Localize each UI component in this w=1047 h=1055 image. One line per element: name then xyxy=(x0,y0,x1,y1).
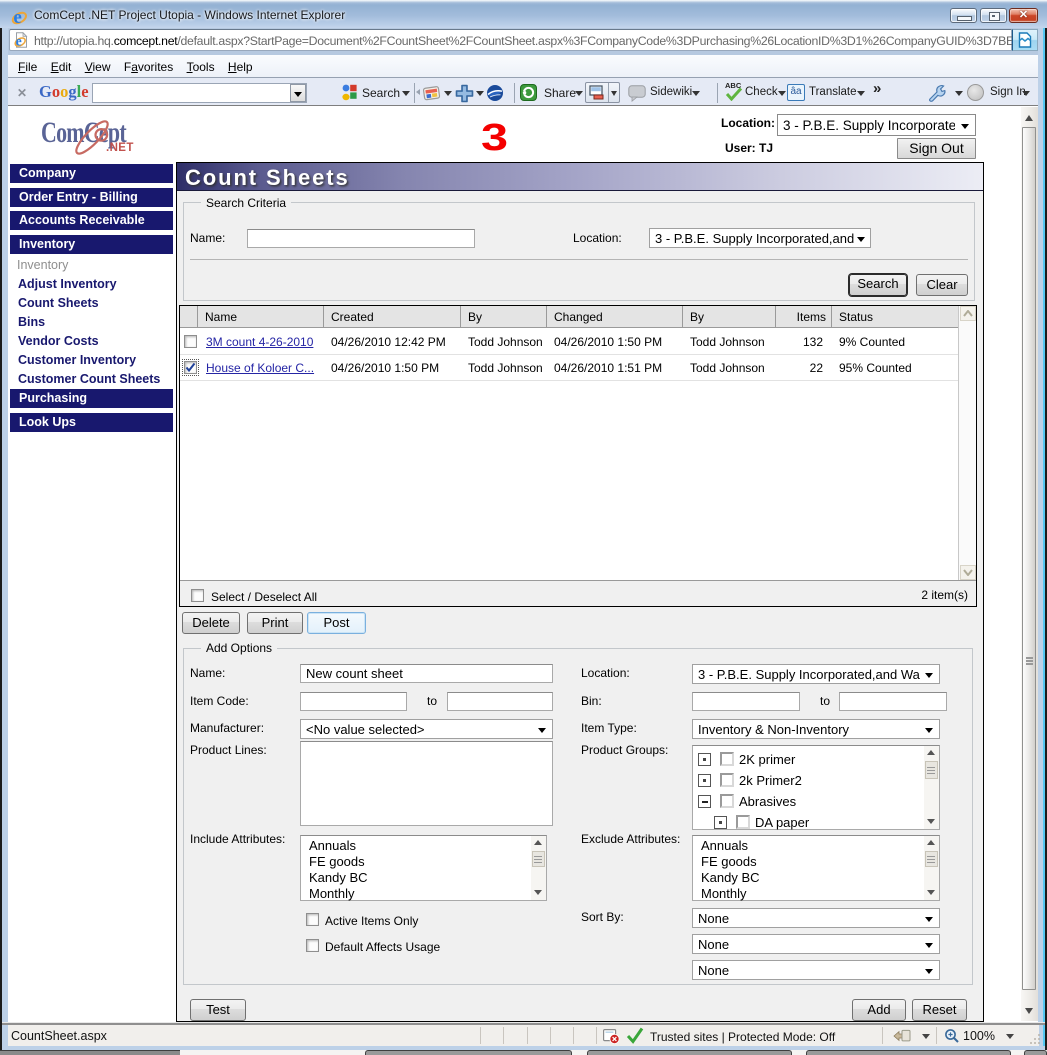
svg-text:e: e xyxy=(13,8,21,26)
svg-text:e: e xyxy=(16,33,22,48)
